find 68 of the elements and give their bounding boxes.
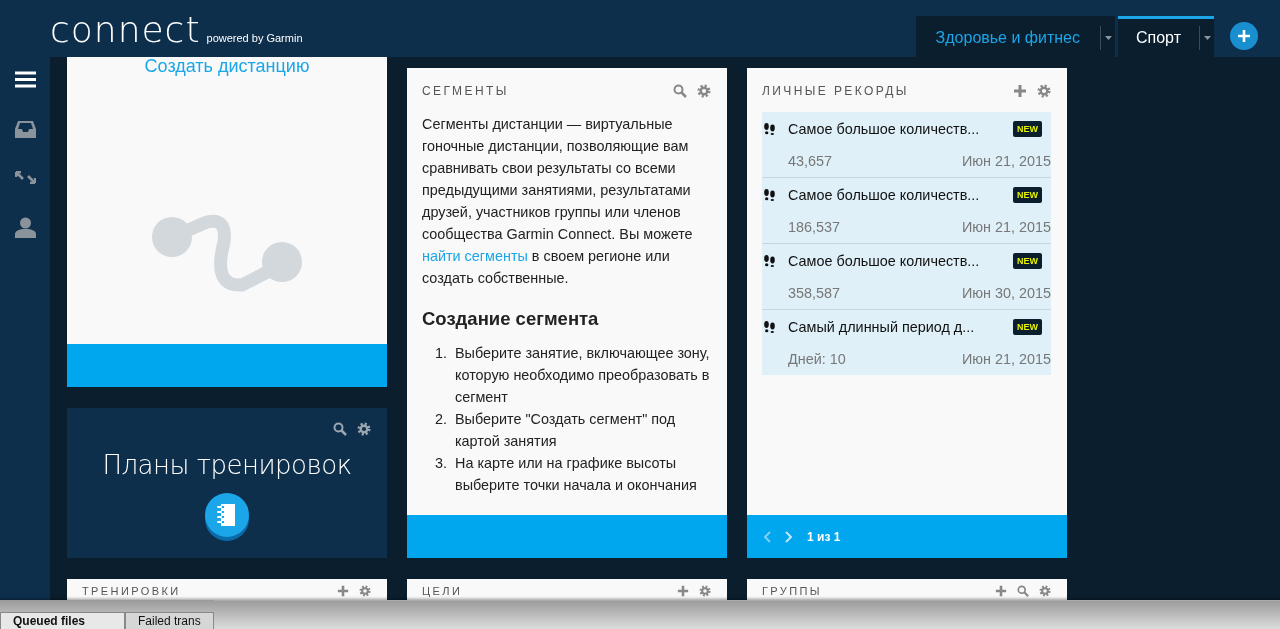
step-number: 1. — [434, 344, 448, 363]
record-date: Июн 21, 2015 — [961, 351, 1051, 367]
plus-icon[interactable] — [995, 585, 1007, 597]
record-item[interactable]: Самое большое количеств... NEW 186,537 Июн 21, 2015 — [762, 178, 1051, 244]
logo-tagline: powered by Garmin — [206, 32, 303, 44]
plus-icon[interactable] — [337, 585, 349, 598]
caret-icon[interactable] — [1204, 36, 1211, 40]
step-text: Выберите "Создать сегмент" под картой занятия — [455, 410, 677, 451]
record-value: Дней: 10 — [788, 351, 846, 367]
next-icon[interactable] — [785, 530, 793, 543]
record-name: Самое большое количеств... — [788, 120, 981, 137]
settings-icon[interactable] — [1037, 84, 1051, 98]
footprints-icon — [762, 320, 775, 333]
plus-icon — [1238, 30, 1250, 42]
footprints-icon — [762, 122, 775, 135]
arrows-icon[interactable] — [14, 171, 36, 184]
record-name: Самый длинный период д... — [788, 318, 976, 335]
search-icon[interactable] — [1017, 585, 1029, 597]
footprints-icon — [762, 254, 775, 267]
record-name: Самое большое количеств... — [788, 186, 981, 203]
settings-icon[interactable] — [359, 585, 371, 598]
window-tab[interactable]: Queued files — [0, 612, 125, 629]
caret-icon[interactable] — [1105, 36, 1112, 40]
settings-icon[interactable] — [1039, 585, 1051, 597]
step-text: Выберите занятие, включающее зону, которую необходимо преобразовать в сегмент — [455, 344, 711, 407]
search-icon[interactable] — [673, 84, 687, 98]
card-title: ТРЕНИРОВКИ — [82, 584, 181, 598]
footprints-icon — [762, 188, 775, 201]
step-number: 3. — [434, 454, 448, 473]
record-value: 358,587 — [788, 285, 841, 301]
record-item[interactable]: Самое большое количеств... NEW 43,657 Июн 21, 2015 — [762, 112, 1051, 178]
window-tab[interactable]: Failed trans — [125, 612, 214, 629]
card-title: ГРУППЫ — [762, 584, 822, 598]
add-button[interactable] — [1230, 22, 1258, 50]
new-badge: NEW — [1013, 252, 1042, 269]
logo-wordmark: connect — [50, 12, 201, 48]
new-badge: NEW — [1013, 120, 1042, 137]
record-date: Июн 21, 2015 — [961, 219, 1051, 235]
description-text: Сегменты дистанции — виртуальные гоночные дистанции, позволяющие вам сравнивать свои результаты со всеми предыдущими занятиями, результатами друзей, участников группы или членов сообщества Garmin Connect. Вы можете найти сегменты в своем регионе или создать собственные. — [422, 115, 694, 288]
record-name: Самое большое количеств... — [788, 252, 981, 269]
record-value: 186,537 — [788, 219, 841, 235]
settings-icon[interactable] — [357, 422, 371, 437]
plus-icon[interactable] — [677, 585, 689, 597]
section-heading: Создание сегмента — [422, 308, 600, 330]
notebook-icon[interactable] — [204, 492, 250, 543]
user-icon[interactable] — [14, 217, 36, 238]
settings-icon[interactable] — [699, 585, 711, 597]
nav-tab[interactable]: Спорт — [1118, 16, 1214, 57]
menu-icon[interactable] — [14, 71, 36, 88]
new-badge: NEW — [1013, 318, 1042, 335]
record-item[interactable]: Самый длинный период д... NEW Дней: 10 Июн 21, 2015 — [762, 310, 1051, 375]
step-number: 2. — [434, 410, 448, 429]
record-date: Июн 21, 2015 — [961, 153, 1051, 169]
plans-title: Планы тренировок — [102, 450, 352, 481]
settings-icon[interactable] — [697, 84, 711, 98]
step-text: На карте или на графике высоты выберите точки начала и окончания — [455, 454, 698, 495]
record-item[interactable]: Самое большое количеств... NEW 358,587 Июн 30, 2015 — [762, 244, 1051, 310]
inbox-tray-icon[interactable] — [14, 121, 36, 138]
record-date: Июн 30, 2015 — [961, 285, 1051, 301]
plus-icon[interactable] — [1013, 84, 1027, 98]
nav-tab[interactable]: Здоровье и фитнес — [915, 16, 1115, 57]
new-badge: NEW — [1013, 186, 1042, 203]
record-value: 43,657 — [788, 153, 832, 169]
page-indicator: 1 из 1 — [807, 529, 841, 544]
search-icon[interactable] — [333, 422, 347, 437]
card-title: ЛИЧНЫЕ РЕКОРДЫ — [762, 84, 909, 98]
card-title: СЕГМЕНТЫ — [422, 84, 509, 98]
card-title: ЦЕЛИ — [422, 584, 463, 598]
